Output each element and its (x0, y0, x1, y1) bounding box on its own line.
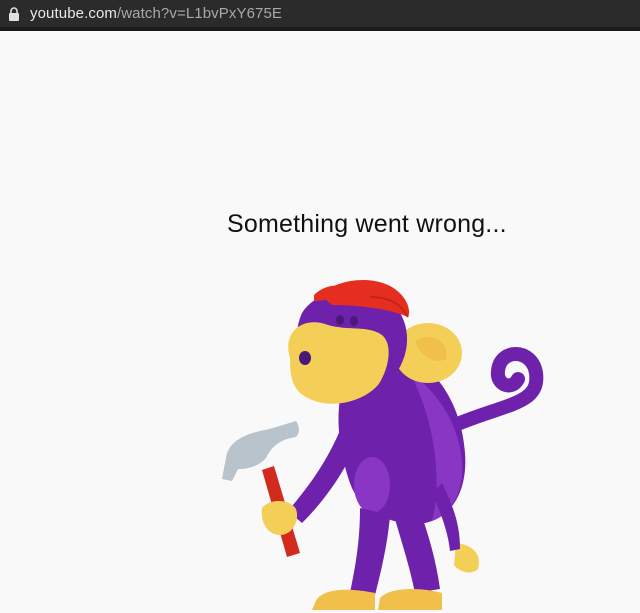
url-text[interactable]: youtube.com/watch?v=L1bvPxY675E (30, 5, 282, 23)
url-host: youtube.com (30, 5, 117, 22)
address-bar[interactable]: youtube.com/watch?v=L1bvPxY675E (0, 0, 640, 31)
lock-icon (9, 7, 19, 21)
url-path: /watch?v=L1bvPxY675E (116, 5, 283, 22)
error-message: Something went wrong... (227, 210, 507, 238)
monkey-with-hammer-illustration (222, 280, 544, 610)
error-page: Something went wrong... (0, 35, 640, 610)
